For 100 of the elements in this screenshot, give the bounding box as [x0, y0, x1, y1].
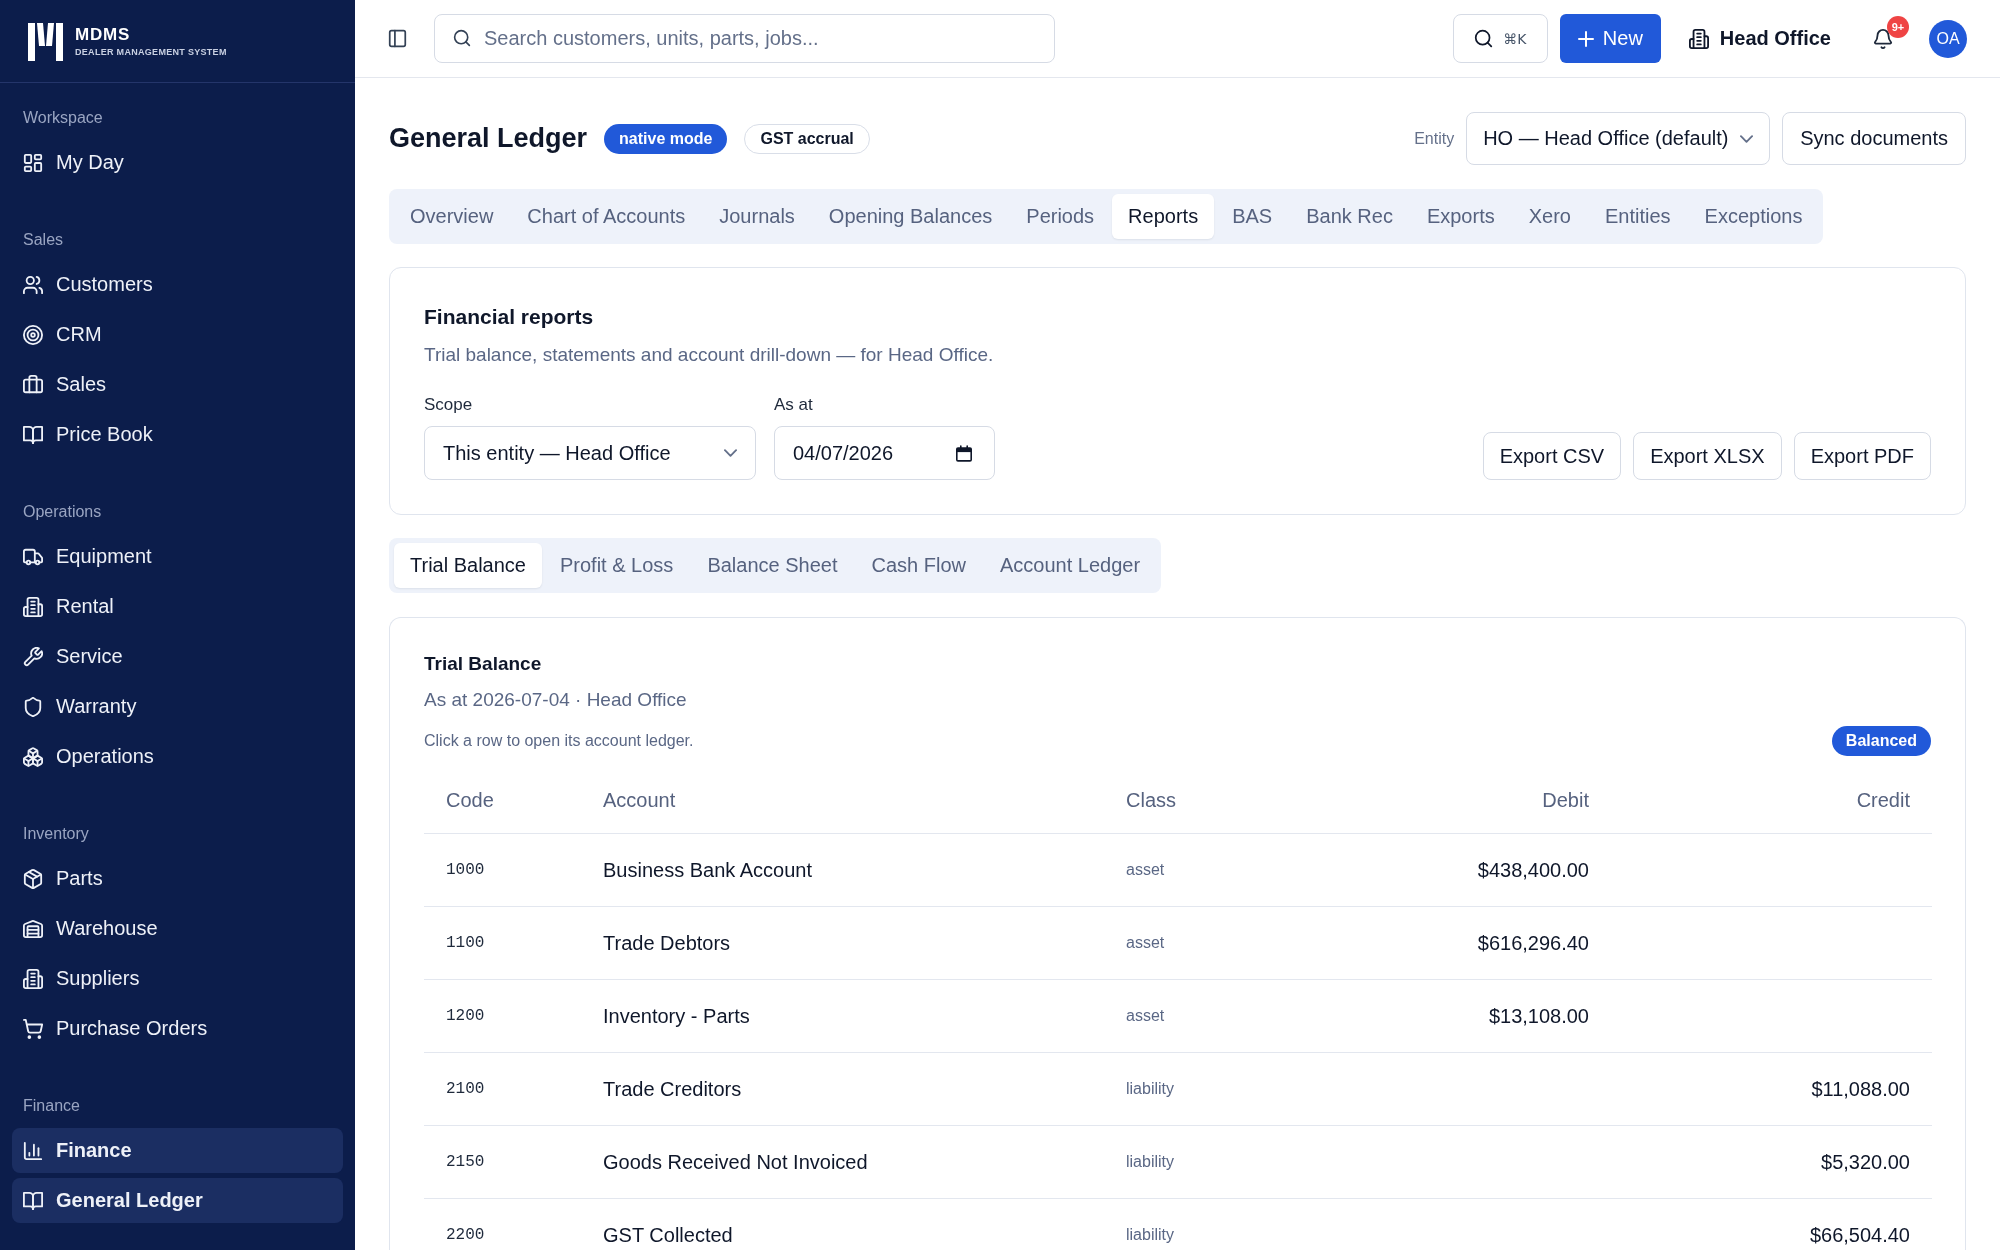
field-label: Entity [1414, 129, 1455, 148]
sidebar-item[interactable]: Customers [12, 262, 343, 307]
tab[interactable]: Exports [1410, 194, 1511, 239]
sidebar-section-label: Sales [22, 230, 65, 250]
tab[interactable]: BAS [1216, 194, 1289, 239]
building-icon [23, 968, 43, 989]
notification-count: 9+ [1887, 15, 1909, 38]
tab[interactable]: Xero [1512, 194, 1587, 239]
sidebar-item[interactable]: Warehouse [12, 906, 343, 951]
report-tab[interactable]: Account Ledger [983, 543, 1157, 588]
sidebar-item[interactable]: Price Book [12, 412, 343, 457]
tab[interactable]: Exceptions [1688, 194, 1819, 239]
sidebar-section-label: Operations [22, 502, 103, 522]
target-icon [23, 324, 43, 345]
date-field[interactable]: 04/07/2026 [774, 426, 995, 480]
command-button[interactable]: ⌘K [1452, 14, 1548, 63]
search-icon [453, 29, 471, 47]
open-book-icon [23, 1190, 43, 1211]
card-subtitle: Trial balance, statements and account drill-down — for Head Office. [424, 343, 995, 367]
brand-name: MDMS [75, 26, 132, 44]
sidebar-item[interactable]: My Day [12, 140, 343, 185]
tab[interactable]: Entities [1588, 194, 1687, 239]
sidebar-item[interactable]: Warranty [12, 684, 343, 729]
sidebar-item[interactable]: Parts [12, 856, 343, 901]
tab[interactable]: Bank Rec [1290, 194, 1409, 239]
search-field[interactable]: Search customers, units, parts, jobs... [434, 14, 1055, 63]
status-badge: Balanced [1831, 726, 1931, 756]
account-class: liability [1104, 1125, 1304, 1199]
report-tab[interactable]: Profit & Loss [544, 543, 690, 588]
building-icon [23, 596, 43, 617]
report-tab[interactable]: Cash Flow [855, 543, 982, 588]
tab[interactable]: Journals [703, 194, 811, 239]
new-button[interactable]: New [1559, 14, 1661, 63]
mode-badge: native mode [604, 123, 728, 154]
sidebar-section-label: Workspace [22, 108, 104, 128]
sidebar-item[interactable]: General Ledger [12, 1178, 343, 1223]
brand-tagline: DEALER MANAGEMENT SYSTEM [75, 47, 227, 58]
account-name: Business Bank Account [581, 833, 1104, 907]
account-name: Goods Received Not Invoiced [581, 1125, 1104, 1199]
sidebar-item[interactable]: Equipment [12, 534, 343, 579]
credit-amount: $66,504.40 [1611, 1198, 1932, 1250]
hint-text: Click a row to open its account ledger. [424, 732, 694, 750]
sidebar-item[interactable]: Sales [12, 362, 343, 407]
account-class: liability [1104, 1052, 1304, 1126]
account-code: 2150 [424, 1125, 581, 1199]
scope-select[interactable]: This entity — Head Office [424, 426, 756, 480]
credit-amount: $5,320.00 [1611, 1125, 1932, 1199]
tab[interactable]: Chart of Accounts [511, 194, 702, 239]
account-class: asset [1104, 979, 1304, 1053]
account-class: asset [1104, 833, 1304, 907]
card-title: Financial reports [424, 304, 595, 330]
briefcase-icon [23, 374, 43, 395]
sidebar-item[interactable]: Operations [12, 734, 343, 779]
export-button[interactable]: Export CSV [1482, 432, 1622, 480]
entity-select[interactable]: HO — Head Office (default) [1466, 112, 1771, 165]
export-button[interactable]: Export XLSX [1633, 432, 1782, 480]
package-icon [23, 868, 43, 889]
debit-amount: $438,400.00 [1304, 833, 1611, 907]
field-label: As at [774, 394, 813, 416]
warehouse-icon [23, 918, 43, 939]
account-name: Inventory - Parts [581, 979, 1104, 1053]
tab[interactable]: Reports [1112, 194, 1215, 239]
users-icon [23, 274, 43, 295]
mode-badge: GST accrual [744, 123, 870, 154]
sidebar-item[interactable]: Rental [12, 584, 343, 629]
column-header: Account [581, 772, 1104, 834]
account-name: GST Collected [581, 1198, 1104, 1250]
account-code: 2200 [424, 1198, 581, 1250]
debit-amount: $616,296.40 [1304, 906, 1611, 980]
bell-icon[interactable] [1873, 28, 1893, 49]
shortcut-label: ⌘K [1503, 30, 1527, 47]
chevron-down-icon [1740, 134, 1754, 143]
sync-button[interactable]: Sync documents [1782, 112, 1966, 165]
account-name: Trade Creditors [581, 1052, 1104, 1126]
wrench-icon [23, 646, 43, 667]
logo-icon [28, 23, 63, 61]
sidebar-section-label: Inventory [22, 824, 90, 844]
export-button[interactable]: Export PDF [1793, 432, 1931, 480]
report-tab[interactable]: Balance Sheet [691, 543, 854, 588]
sidebar-item[interactable]: Suppliers [12, 956, 343, 1001]
tab[interactable]: Periods [1010, 194, 1111, 239]
report-tab[interactable]: Trial Balance [394, 543, 542, 588]
plus-icon [1577, 30, 1594, 47]
avatar[interactable]: OA [1929, 19, 1967, 58]
sidebar-item[interactable]: Service [12, 634, 343, 679]
tab[interactable]: Opening Balances [812, 194, 1009, 239]
page-title: General Ledger [389, 123, 588, 154]
account-code: 1000 [424, 833, 581, 907]
tab[interactable]: Overview [394, 194, 510, 239]
sidebar-item[interactable]: CRM [12, 312, 343, 357]
sidebar-panel-icon[interactable] [388, 29, 407, 48]
debit-amount: $13,108.00 [1304, 979, 1611, 1053]
bar-chart-icon [23, 1140, 43, 1161]
boxes-icon [23, 746, 43, 767]
open-book-icon [23, 424, 43, 445]
building-icon [1688, 28, 1709, 49]
sidebar-item[interactable]: Finance [12, 1128, 343, 1173]
office-switcher[interactable]: Head Office [1688, 27, 1831, 50]
sidebar-item[interactable]: Purchase Orders [12, 1006, 343, 1051]
sidebar-section-label: Finance [22, 1096, 81, 1116]
